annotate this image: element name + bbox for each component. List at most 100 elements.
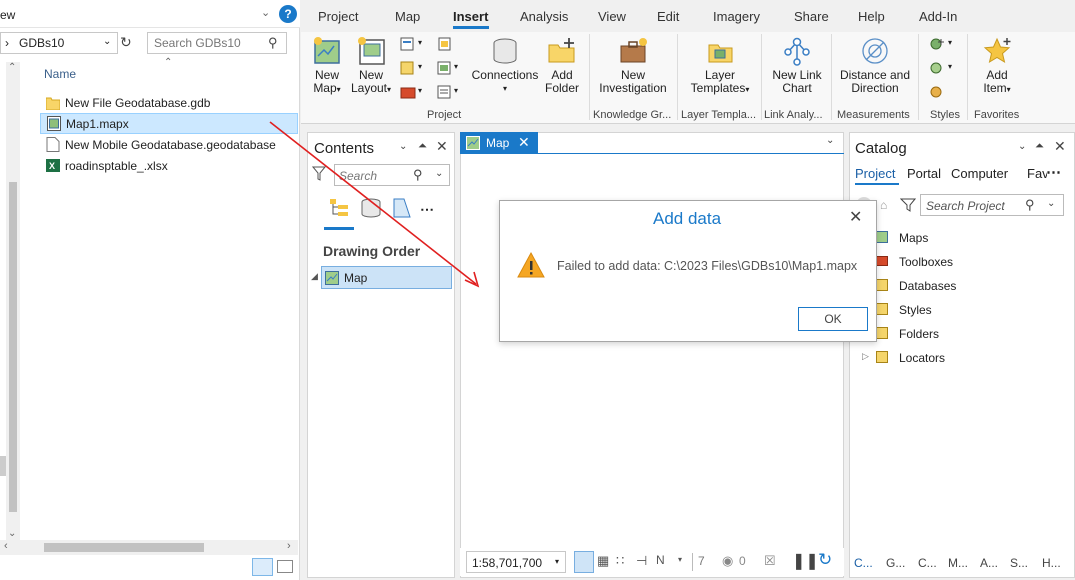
scroll-up-icon[interactable]: ⌃ [8, 62, 16, 73]
constraint-icon[interactable]: ⊣ [636, 553, 647, 569]
catalog-item-databases[interactable]: Databases [872, 276, 1072, 296]
more-options-icon[interactable]: ⋯ [1046, 163, 1061, 181]
bottom-tab-catalog[interactable]: C... [854, 556, 873, 570]
list-item[interactable]: Map1.mapx [40, 113, 298, 134]
catalog-item-locators[interactable]: Locators [872, 348, 1072, 368]
view-menu-label[interactable]: ew [0, 8, 15, 22]
import-map-icon[interactable] [400, 61, 416, 75]
tab-map[interactable]: Map [395, 9, 420, 24]
vertical-scrollbar[interactable]: ⌃ ⌄ [6, 62, 20, 542]
tab-add-in[interactable]: Add-In [919, 9, 957, 24]
horizontal-scrollbar[interactable]: ‹ › [0, 540, 298, 555]
chart-map-icon[interactable] [436, 61, 452, 75]
bottom-tab-geoprocessing[interactable]: G... [886, 556, 905, 570]
tab-insert[interactable]: Insert [453, 9, 488, 24]
network-icon[interactable]: ∷ [616, 553, 624, 569]
distance-direction-button[interactable]: Distance and Direction [837, 36, 913, 95]
style-icon[interactable] [929, 61, 945, 75]
scale-selector[interactable]: 1:58,701,700 ▾ [466, 551, 566, 573]
address-bar[interactable]: › GDBs10 ⌄ [0, 32, 118, 54]
expand-arrow-icon[interactable]: ▷ [862, 351, 869, 362]
filter-icon[interactable] [900, 197, 916, 213]
dropdown-arrow-icon[interactable]: ▾ [454, 62, 458, 71]
list-by-drawing-order-icon[interactable] [328, 197, 350, 219]
close-icon[interactable]: ✕ [849, 207, 862, 227]
close-tab-icon[interactable]: ✕ [518, 134, 530, 151]
scrollbar-thumb[interactable] [9, 182, 17, 512]
large-icons-view-icon[interactable] [277, 560, 293, 573]
catalog-item-styles[interactable]: Styles [872, 300, 1072, 320]
tab-help[interactable]: Help [858, 9, 885, 24]
north-arrow-icon[interactable]: N [656, 553, 665, 567]
import-style-icon[interactable] [929, 85, 945, 99]
tab-list-icon[interactable]: ⌄ [826, 135, 834, 146]
scroll-down-icon[interactable]: ⌄ [8, 528, 16, 539]
add-item-button[interactable]: Add Item▾ [975, 36, 1019, 96]
catalog-tab-project[interactable]: Project [855, 166, 895, 181]
add-folder-button[interactable]: Add Folder [543, 36, 581, 95]
chevron-down-icon[interactable]: ⌄ [1047, 198, 1055, 209]
dropdown-arrow-icon[interactable]: ▾ [948, 38, 952, 47]
chevron-down-icon[interactable]: ⌄ [261, 6, 270, 19]
dropdown-arrow-icon[interactable]: ▾ [678, 555, 682, 564]
pin-icon[interactable]: ⏶ [418, 140, 427, 153]
layer-templates-button[interactable]: Layer Templates▾ [685, 36, 755, 96]
task-icon[interactable] [436, 85, 452, 99]
scroll-right-icon[interactable]: › [287, 540, 291, 552]
explorer-search-input[interactable]: Search GDBs10 ⚲ [147, 32, 287, 54]
chevron-down-icon[interactable]: ⌄ [435, 168, 443, 179]
new-layout-button[interactable]: New Layout▾ [349, 36, 393, 96]
home-icon[interactable]: ⌂ [880, 198, 887, 212]
close-icon[interactable]: ✕ [436, 138, 448, 155]
toolbox-icon[interactable] [400, 85, 416, 99]
catalog-item-folders[interactable]: Folders [872, 324, 1072, 344]
catalog-tab-computer[interactable]: Computer [951, 166, 1008, 181]
tab-map-view[interactable]: Map ✕ [460, 132, 538, 154]
snapping-icon[interactable] [574, 551, 594, 573]
dropdown-arrow-icon[interactable]: ▾ [418, 38, 422, 47]
report-icon[interactable] [400, 37, 416, 51]
bottom-tab-s[interactable]: S... [1010, 556, 1028, 570]
catalog-tab-portal[interactable]: Portal [907, 166, 941, 181]
list-by-selection-icon[interactable] [392, 197, 412, 219]
pause-icon[interactable]: ❚❚ [792, 551, 819, 571]
catalog-item-maps[interactable]: Maps [872, 228, 1072, 248]
tab-share[interactable]: Share [794, 9, 829, 24]
list-item[interactable]: X roadinsptable_.xlsx [40, 155, 298, 176]
catalog-item-toolboxes[interactable]: Toolboxes [872, 252, 1072, 272]
grid-icon[interactable]: ▦ [597, 553, 609, 569]
help-icon[interactable]: ? [279, 5, 297, 23]
dropdown-arrow-icon[interactable]: ▾ [418, 86, 422, 95]
dropdown-arrow-icon[interactable]: ▾ [454, 86, 458, 95]
pin-icon[interactable]: ⏶ [1035, 140, 1044, 153]
refresh-icon[interactable]: ↻ [818, 550, 832, 570]
pane-menu-icon[interactable]: ⌄ [399, 141, 407, 152]
map-layer-item[interactable]: Map [321, 266, 452, 289]
tab-view[interactable]: View [598, 9, 626, 24]
clear-selection-icon[interactable]: ☒ [764, 553, 776, 569]
scroll-left-icon[interactable]: ‹ [4, 540, 8, 552]
dropdown-arrow-icon[interactable]: ▾ [418, 62, 422, 71]
ok-button[interactable]: OK [798, 307, 868, 331]
refresh-icon[interactable]: ↻ [120, 34, 132, 51]
address-dropdown-icon[interactable]: ⌄ [103, 36, 111, 47]
dropdown-arrow-icon[interactable]: ▾ [948, 62, 952, 71]
list-by-source-icon[interactable] [360, 197, 382, 219]
list-item[interactable]: New Mobile Geodatabase.geodatabase [40, 134, 298, 155]
catalog-search-input[interactable]: Search Project ⚲ ⌄ [920, 194, 1064, 216]
add-style-icon[interactable] [929, 37, 945, 51]
filter-icon[interactable] [312, 166, 326, 182]
bottom-tab-m[interactable]: M... [948, 556, 968, 570]
catalog-tab-favorites[interactable]: Fav [1027, 166, 1047, 181]
name-column-header[interactable]: Name [44, 67, 76, 81]
selected-features-icon[interactable]: ◉ [722, 553, 733, 569]
list-item[interactable]: New File Geodatabase.gdb [40, 92, 298, 113]
hscroll-thumb[interactable] [44, 543, 204, 552]
tab-project[interactable]: Project [318, 9, 358, 24]
new-investigation-button[interactable]: New Investigation [597, 36, 669, 95]
expand-arrow-icon[interactable]: ◢ [311, 271, 318, 282]
new-link-chart-button[interactable]: New Link Chart [767, 36, 827, 95]
bottom-tab-a[interactable]: A... [980, 556, 998, 570]
pane-menu-icon[interactable]: ⌄ [1018, 141, 1026, 152]
tab-imagery[interactable]: Imagery [713, 9, 760, 24]
